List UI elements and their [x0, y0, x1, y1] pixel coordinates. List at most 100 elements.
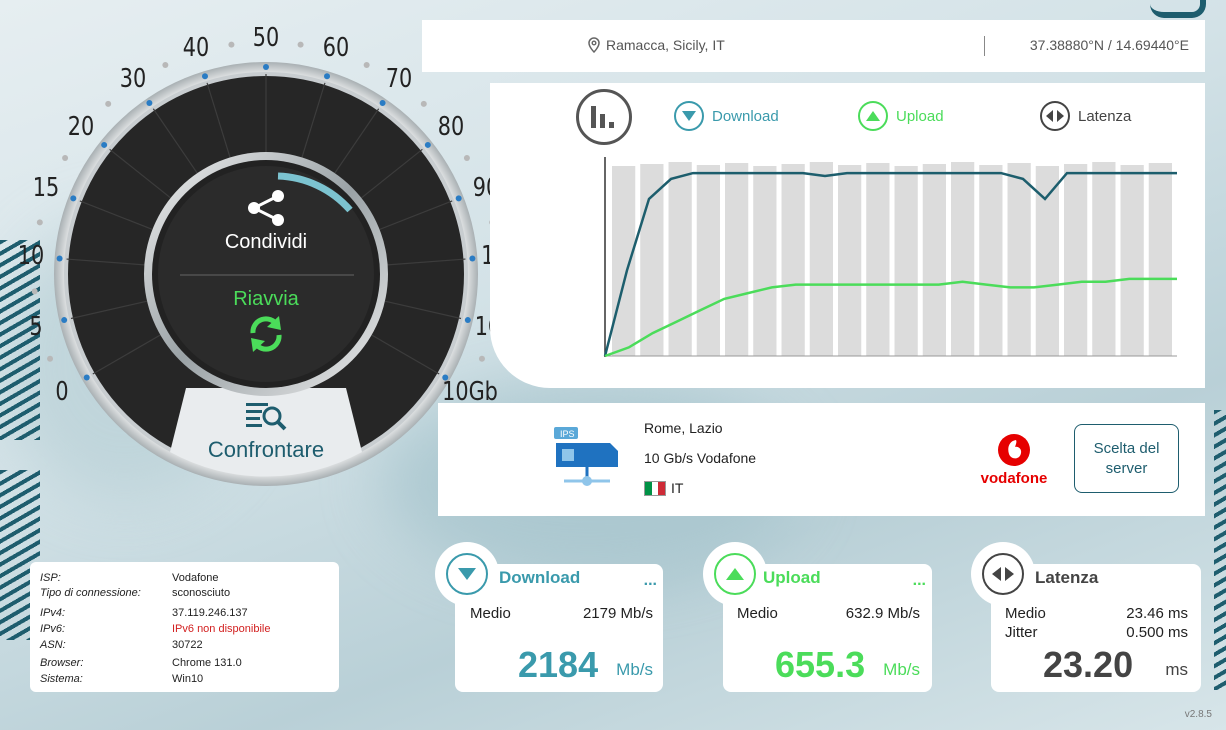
gauge-tick-label: 70 [385, 64, 413, 94]
upload-avg-label: Medio [737, 605, 778, 622]
chart-bar [951, 162, 975, 356]
gauge-marker [61, 317, 68, 324]
download-avg-label: Medio [470, 605, 511, 622]
share-button[interactable]: Condividi [206, 188, 326, 254]
gauge-marker [83, 374, 90, 381]
gauge-tick-label: 80 [437, 111, 464, 142]
latency-avg-label: Medio [1005, 605, 1046, 622]
compare-button[interactable]: Confrontare [196, 400, 336, 463]
latency-avg-value: 23.46 ms [1126, 605, 1188, 622]
vodafone-logo: vodafone [978, 433, 1050, 487]
download-badge [435, 542, 499, 606]
chart-bar [1092, 162, 1116, 356]
gauge-dot [105, 100, 112, 107]
upload-arrow-icon [866, 111, 880, 121]
server-country-label: IT [671, 480, 684, 496]
upload-avg-value: 632.9 Mb/s [845, 605, 920, 622]
gauge-dot [47, 355, 54, 362]
choose-server-button[interactable]: Scelta del server [1074, 424, 1179, 493]
ips-label: IPS [560, 429, 575, 439]
latency-unit: ms [1165, 660, 1188, 679]
vodafone-icon [998, 434, 1030, 466]
latency-value: 23.20 [1043, 644, 1134, 685]
gauge-tick-label: 15 [33, 172, 60, 203]
upload-badge [703, 542, 767, 606]
legend-latency: Latenza [1040, 101, 1131, 131]
coordinates: 37.38880°N / 14.69440°E [1029, 37, 1189, 53]
chart-bar [979, 165, 1003, 356]
chart-bar [838, 165, 862, 356]
chart-bar [1120, 165, 1144, 356]
info-row: Browser: Chrome 131.0 [40, 657, 242, 669]
download-unit: Mb/s [616, 660, 653, 679]
gauge-tick-label: 0 [54, 377, 69, 407]
chart-bar [866, 163, 890, 356]
legend-download: Download [674, 101, 779, 131]
gauge-dot [62, 155, 69, 161]
compare-label: Confrontare [207, 437, 325, 462]
jitter-value: 0.500 ms [1126, 624, 1188, 641]
upload-title: Upload [763, 568, 821, 587]
info-row: Sistema: Win10 [40, 673, 204, 685]
info-row: IPv4: 37.119.246.137 [40, 607, 248, 619]
info-row: IPv6: IPv6 non disponibile [40, 623, 271, 635]
gauge-tick-label: 20 [68, 111, 95, 142]
chart-bar [1007, 163, 1031, 356]
restart-label: Riavvia [233, 288, 299, 310]
decor-stripes-right [1214, 410, 1226, 690]
gauge-marker [424, 141, 431, 148]
server-provider: 10 Gb/s Vodafone [644, 450, 757, 466]
info-row: ASN: 30722 [40, 639, 203, 651]
upload-arrow-icon [726, 568, 744, 580]
gauge-dot [478, 355, 485, 362]
compare-search-icon [246, 403, 287, 431]
chart-toggle-button[interactable] [576, 89, 632, 145]
gauge-dot [420, 100, 427, 107]
gauge-tick-label: 30 [119, 64, 147, 94]
location: Ramacca, Sicily, IT [587, 37, 725, 53]
latency-badge [971, 542, 1035, 606]
gauge-tick-label: 40 [183, 33, 210, 64]
chart-bar [1064, 164, 1088, 356]
vodafone-wordmark: vodafone [980, 470, 1048, 487]
jitter-label: Jitter [1005, 624, 1038, 641]
location-text: Ramacca, Sicily, IT [606, 37, 725, 53]
upload-more[interactable]: ... [913, 572, 926, 590]
chart-bar [725, 163, 749, 356]
gauge-marker [455, 195, 462, 202]
latency-icon [1046, 110, 1064, 122]
download-avg-value: 2179 Mb/s [582, 605, 653, 622]
legend-latency-label: Latenza [1078, 107, 1132, 125]
connection-info: ISP: Vodafone Tipo di connessione: sconosc… [30, 562, 339, 692]
server-city: Rome, Lazio [644, 420, 723, 436]
download-more[interactable]: ... [644, 572, 657, 590]
chart-bar [696, 165, 720, 356]
latency-result-card: Latenza Medio 23.46 ms Jitter 0.500 ms 2… [971, 542, 1201, 692]
server-panel: IPS Rome, Lazio 10 Gb/s Vodafone IT voda… [438, 403, 1205, 516]
gauge-marker [469, 255, 476, 262]
gauge-marker [70, 195, 77, 202]
gauge-tick-label: 10 [17, 241, 44, 272]
upload-unit: Mb/s [883, 660, 920, 679]
gauge-tick-label: 50 [252, 23, 280, 53]
gauge-dot [463, 155, 470, 161]
version-label: v2.8.5 [1184, 709, 1212, 720]
gauge-dot [363, 61, 370, 68]
gauge-marker [379, 99, 386, 106]
share-icon [248, 190, 284, 226]
latency-icon [992, 567, 1014, 581]
download-arrow-icon [682, 111, 696, 121]
chart-bar [640, 164, 664, 356]
share-label: Condividi [224, 231, 308, 253]
chart-bar [1148, 163, 1172, 356]
gauge-tick-label: 60 [322, 33, 349, 64]
download-result-card: Download ... Medio 2179 Mb/s 2184 Mb/s [435, 542, 663, 692]
server-country: IT [644, 480, 683, 496]
legend-download-label: Download [712, 107, 779, 125]
restart-button[interactable]: Riavvia [206, 288, 326, 360]
upload-value: 655.3 [775, 644, 866, 685]
gauge-marker [101, 141, 108, 148]
gauge-tick-label: 5 [29, 311, 43, 342]
chart-bar [612, 166, 636, 356]
location-pin-icon [588, 37, 600, 53]
